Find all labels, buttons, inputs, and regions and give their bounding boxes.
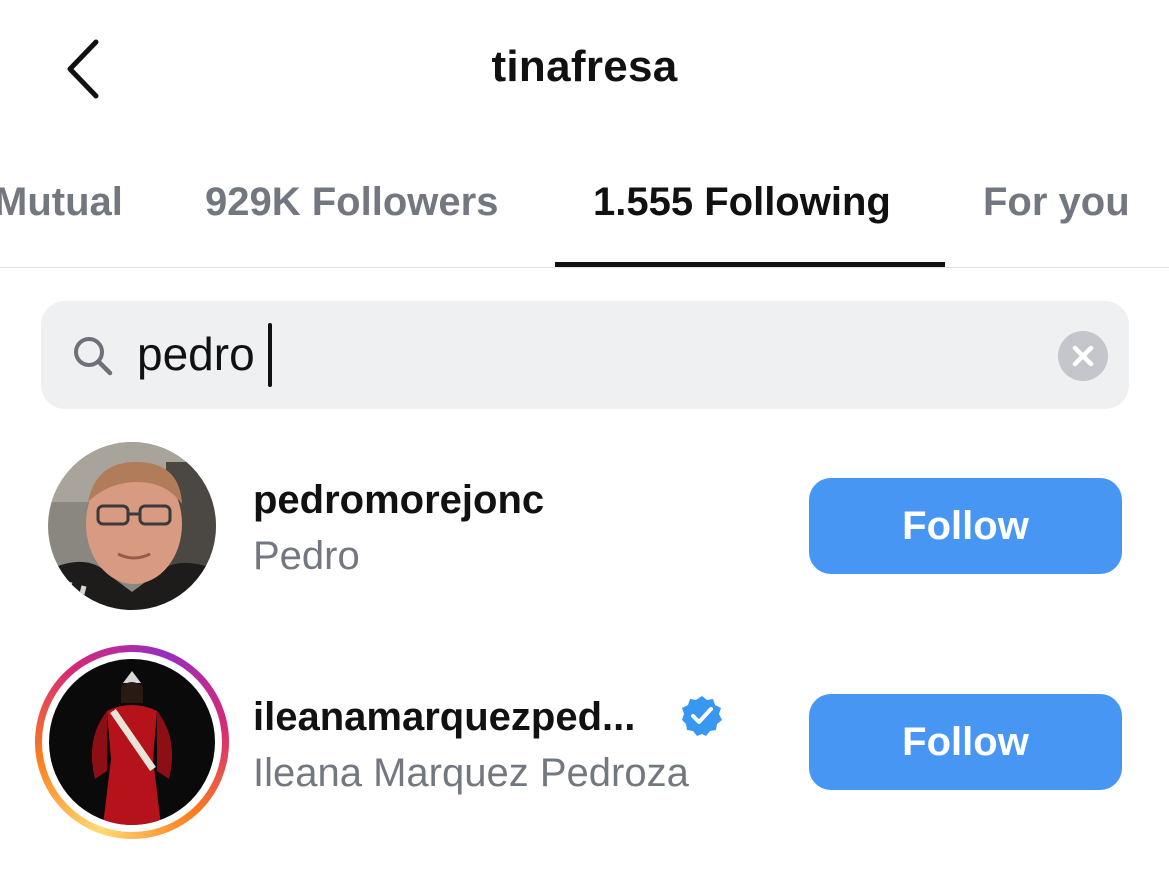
tab-for-you[interactable]: For you bbox=[983, 180, 1130, 225]
tab-followers[interactable]: 929K Followers bbox=[205, 180, 498, 225]
search-bar[interactable]: pedro bbox=[41, 301, 1129, 409]
avatar[interactable] bbox=[49, 659, 215, 825]
search-icon bbox=[74, 337, 113, 376]
avatar[interactable] bbox=[48, 442, 216, 610]
active-tab-indicator bbox=[555, 262, 945, 267]
following-screen: tinafresa Mutual 929K Followers 1.555 Fo… bbox=[0, 0, 1169, 875]
full-name: Pedro bbox=[253, 534, 360, 578]
username[interactable]: pedromorejonc bbox=[253, 478, 544, 523]
verified-badge-icon bbox=[682, 696, 722, 736]
tab-bar: Mutual 929K Followers 1.555 Following Fo… bbox=[0, 172, 1169, 268]
page-title: tinafresa bbox=[491, 42, 678, 91]
full-name: Ileana Marquez Pedroza bbox=[253, 751, 689, 795]
list-item[interactable]: ileanamarquezped... Ileana Marquez Pedro… bbox=[0, 640, 1169, 839]
follow-button[interactable]: Follow bbox=[809, 694, 1122, 790]
clear-search-button[interactable] bbox=[1058, 331, 1108, 381]
tab-mutual[interactable]: Mutual bbox=[0, 180, 123, 225]
username[interactable]: ileanamarquezped... bbox=[253, 695, 635, 740]
clear-icon bbox=[1072, 345, 1094, 367]
search-input[interactable]: pedro bbox=[137, 327, 255, 381]
tab-following[interactable]: 1.555 Following bbox=[593, 180, 891, 225]
follow-button[interactable]: Follow bbox=[809, 478, 1122, 574]
list-item[interactable]: pedromorejonc Pedro Follow bbox=[0, 430, 1169, 620]
text-cursor bbox=[268, 323, 272, 387]
